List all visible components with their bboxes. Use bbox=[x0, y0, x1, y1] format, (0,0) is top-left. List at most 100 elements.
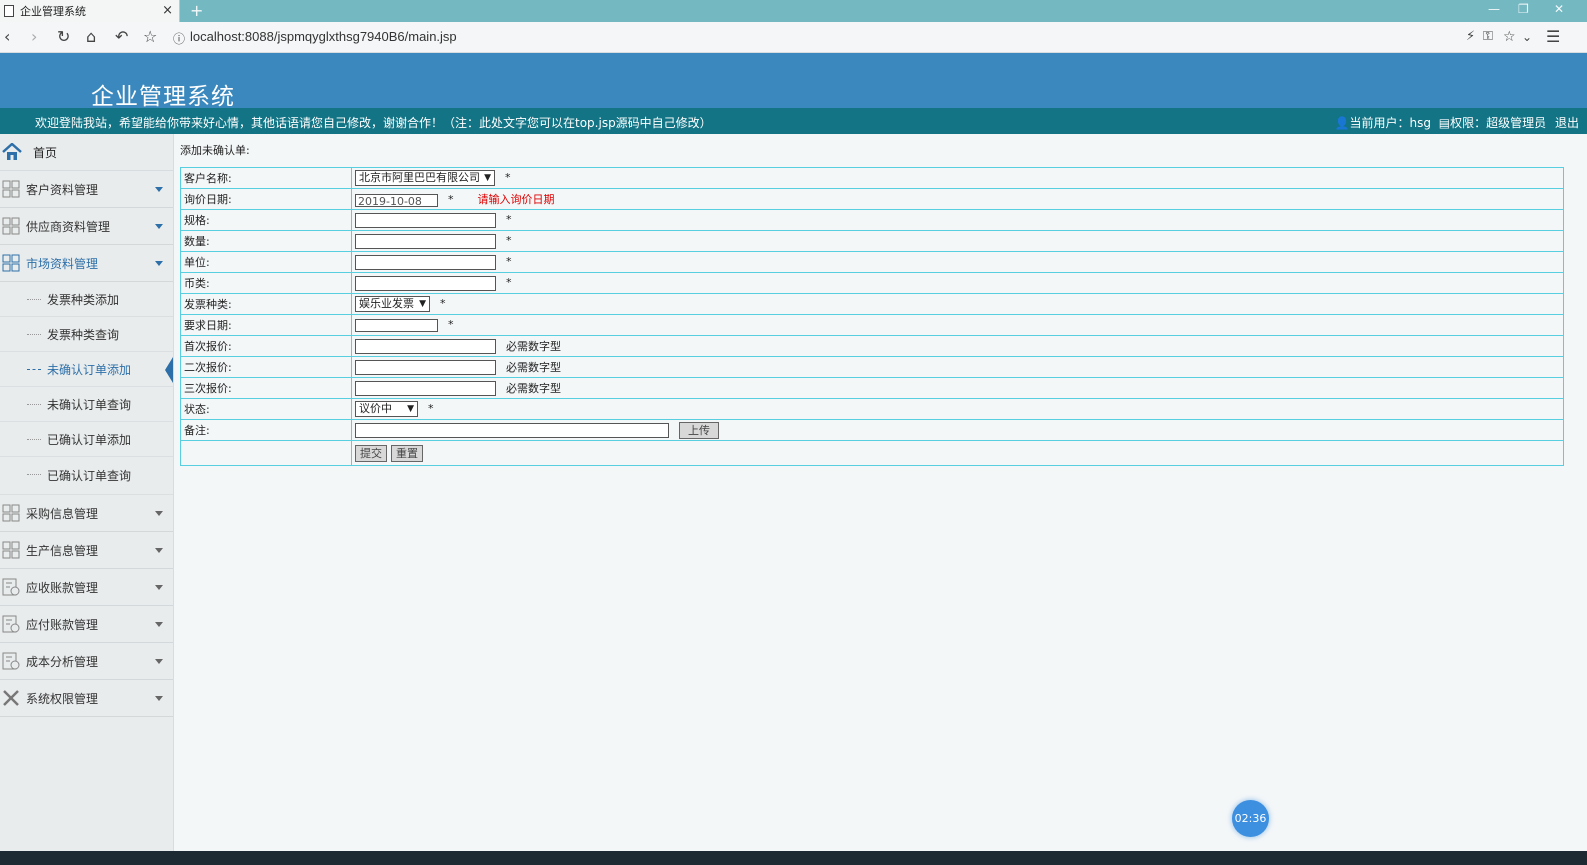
form-row: 首次报价: 必需数字型 bbox=[180, 335, 1564, 357]
restore-icon[interactable]: ❐ bbox=[1518, 2, 1529, 16]
new-tab-button[interactable]: + bbox=[190, 1, 203, 20]
submenu: 发票种类添加 发票种类查询 未确认订单添加 未确认订单查询 已确认订单添加 已确… bbox=[0, 282, 173, 495]
chevron-down-icon bbox=[155, 659, 163, 664]
sidebar-item-label: 供应商资料管理 bbox=[26, 219, 111, 234]
third-quote-input[interactable] bbox=[355, 381, 496, 397]
sidebar-item-market[interactable]: 市场资料管理 bbox=[0, 245, 173, 282]
back-icon[interactable]: ‹ bbox=[4, 28, 10, 46]
recording-timer: 02:36 bbox=[1232, 800, 1269, 837]
submenu-item[interactable]: 发票种类查询 bbox=[0, 317, 173, 352]
current-user: 当前用户：hsg bbox=[1349, 116, 1431, 130]
form-row: 提交 重置 bbox=[180, 440, 1564, 466]
submenu-item[interactable]: 已确认订单查询 bbox=[0, 457, 173, 495]
browser-tab[interactable]: 企业管理系统 × bbox=[0, 0, 180, 22]
chevron-down-icon bbox=[155, 224, 163, 229]
flash-icon[interactable]: ⚡ bbox=[1466, 28, 1475, 46]
user-icon: 👤 bbox=[1334, 116, 1350, 130]
quantity-input[interactable] bbox=[355, 233, 496, 249]
form-row: 状态: 议价中 ▼ * bbox=[180, 398, 1564, 420]
second-quote-input[interactable] bbox=[355, 360, 496, 376]
form-caption: 添加未确认单: bbox=[180, 144, 250, 157]
chevron-down-icon bbox=[155, 548, 163, 553]
reset-button[interactable]: 重置 bbox=[391, 444, 423, 462]
browser-tab-bar: 企业管理系统 × + — ❐ ✕ bbox=[0, 0, 1587, 22]
empty-cell bbox=[180, 440, 352, 466]
second-quote-label: 二次报价: bbox=[180, 356, 352, 378]
window-close-icon[interactable]: ✕ bbox=[1554, 2, 1564, 16]
sidebar-item-label: 市场资料管理 bbox=[26, 256, 99, 271]
status-label: 状态: bbox=[180, 398, 352, 420]
spec-input[interactable] bbox=[355, 212, 496, 228]
sidebar-item-supplier[interactable]: 供应商资料管理 bbox=[0, 208, 173, 245]
active-marker bbox=[165, 357, 173, 383]
sidebar-item-payable[interactable]: 应付账款管理 bbox=[0, 606, 173, 643]
upload-button[interactable]: 上传 bbox=[679, 421, 719, 439]
user-area: 👤当前用户：hsg ▤权限：超级管理员 退出 bbox=[1335, 114, 1579, 131]
role-icon: ▤ bbox=[1438, 116, 1451, 130]
sidebar-item-label: 采购信息管理 bbox=[26, 506, 99, 521]
sidebar-item-label: 生产信息管理 bbox=[26, 543, 99, 558]
invoice-type-select[interactable]: 娱乐业发票 ▼ bbox=[355, 296, 430, 312]
submit-button[interactable]: 提交 bbox=[355, 444, 387, 462]
chevron-down-icon bbox=[155, 511, 163, 516]
currency-input[interactable] bbox=[355, 275, 496, 291]
sidebar-item-purchase[interactable]: 采购信息管理 bbox=[0, 495, 173, 532]
currency-label: 币类: bbox=[180, 272, 352, 294]
form-row: 币类: * bbox=[180, 272, 1564, 294]
submenu-item-active[interactable]: 未确认订单添加 bbox=[0, 352, 173, 387]
key-icon[interactable]: ⚿ bbox=[1483, 28, 1493, 46]
submenu-item[interactable]: 未确认订单查询 bbox=[0, 387, 173, 422]
sidebar-item-receivable[interactable]: 应收账款管理 bbox=[0, 569, 173, 606]
remark-input[interactable] bbox=[355, 422, 669, 438]
minimize-icon[interactable]: — bbox=[1488, 2, 1500, 16]
close-tab-icon[interactable]: × bbox=[162, 3, 173, 18]
role-text: 权限：超级管理员 bbox=[1450, 116, 1547, 130]
status-select[interactable]: 议价中 ▼ bbox=[355, 401, 418, 417]
sidebar-item-permissions[interactable]: 系统权限管理 bbox=[0, 680, 173, 717]
logout-link[interactable]: 退出 bbox=[1555, 116, 1579, 130]
chevron-down-icon[interactable]: ⌄ bbox=[1522, 28, 1532, 46]
form-row: 客户名称: 北京市阿里巴巴有限公司 ▼ * bbox=[180, 167, 1564, 189]
unit-input[interactable] bbox=[355, 254, 496, 270]
dropdown-arrow-icon: ▼ bbox=[484, 173, 491, 183]
ledger-icon bbox=[2, 578, 20, 596]
third-quote-label: 三次报价: bbox=[180, 377, 352, 399]
reload-icon[interactable]: ↻ bbox=[57, 28, 70, 46]
customer-select[interactable]: 北京市阿里巴巴有限公司 ▼ bbox=[355, 170, 495, 186]
quantity-label: 数量: bbox=[180, 230, 352, 252]
menu-icon[interactable]: ☰ bbox=[1546, 28, 1560, 46]
grid-icon bbox=[2, 254, 20, 272]
welcome-text: 欢迎登陆我站，希望能给你带来好心情，其他话语请您自己修改，谢谢合作！（注：此处文… bbox=[35, 116, 712, 130]
first-quote-label: 首次报价: bbox=[180, 335, 352, 357]
sidebar-item-label: 应付账款管理 bbox=[26, 617, 99, 632]
sidebar-item-label: 客户资料管理 bbox=[26, 182, 99, 197]
submenu-item[interactable]: 已确认订单添加 bbox=[0, 422, 173, 457]
first-quote-input[interactable] bbox=[355, 339, 496, 355]
inquiry-date-input[interactable]: 2019-10-08 bbox=[355, 193, 438, 208]
bookmark-star-icon[interactable]: ☆ bbox=[143, 28, 157, 46]
sidebar-item-customer[interactable]: 客户资料管理 bbox=[0, 171, 173, 208]
invoice-type-label: 发票种类: bbox=[180, 293, 352, 315]
grid-icon bbox=[2, 217, 20, 235]
sidebar: 首页 客户资料管理 供应商资料管理 市场资料管理 发票种类添加 发票种类查询 未… bbox=[0, 134, 174, 865]
form-row: 三次报价: 必需数字型 bbox=[180, 377, 1564, 399]
chevron-down-icon bbox=[155, 187, 163, 192]
sidebar-item-label: 应收账款管理 bbox=[26, 580, 99, 595]
form-row: 发票种类: 娱乐业发票 ▼ * bbox=[180, 293, 1564, 315]
ledger-icon bbox=[2, 615, 20, 633]
site-info-icon[interactable]: ⓘ bbox=[173, 30, 185, 48]
submenu-item[interactable]: 发票种类添加 bbox=[0, 282, 173, 317]
sidebar-item-production[interactable]: 生产信息管理 bbox=[0, 532, 173, 569]
form-row: 询价日期: 2019-10-08 * 请输入询价日期 bbox=[180, 188, 1564, 210]
undo-icon[interactable]: ↶ bbox=[115, 28, 128, 46]
home-icon[interactable]: ⌂ bbox=[86, 28, 96, 46]
sidebar-item-cost[interactable]: 成本分析管理 bbox=[0, 643, 173, 680]
required-date-input[interactable] bbox=[355, 318, 438, 332]
page-icon bbox=[4, 5, 14, 17]
app-title: 企业管理系统 bbox=[91, 84, 235, 110]
forward-icon[interactable]: › bbox=[31, 28, 37, 46]
remark-label: 备注: bbox=[180, 419, 352, 441]
sidebar-item-home[interactable]: 首页 bbox=[0, 134, 173, 171]
address-bar[interactable]: localhost:8088/jspmqyglxthsg7940B6/main.… bbox=[190, 29, 457, 44]
favorite-icon[interactable]: ☆ bbox=[1503, 28, 1516, 46]
